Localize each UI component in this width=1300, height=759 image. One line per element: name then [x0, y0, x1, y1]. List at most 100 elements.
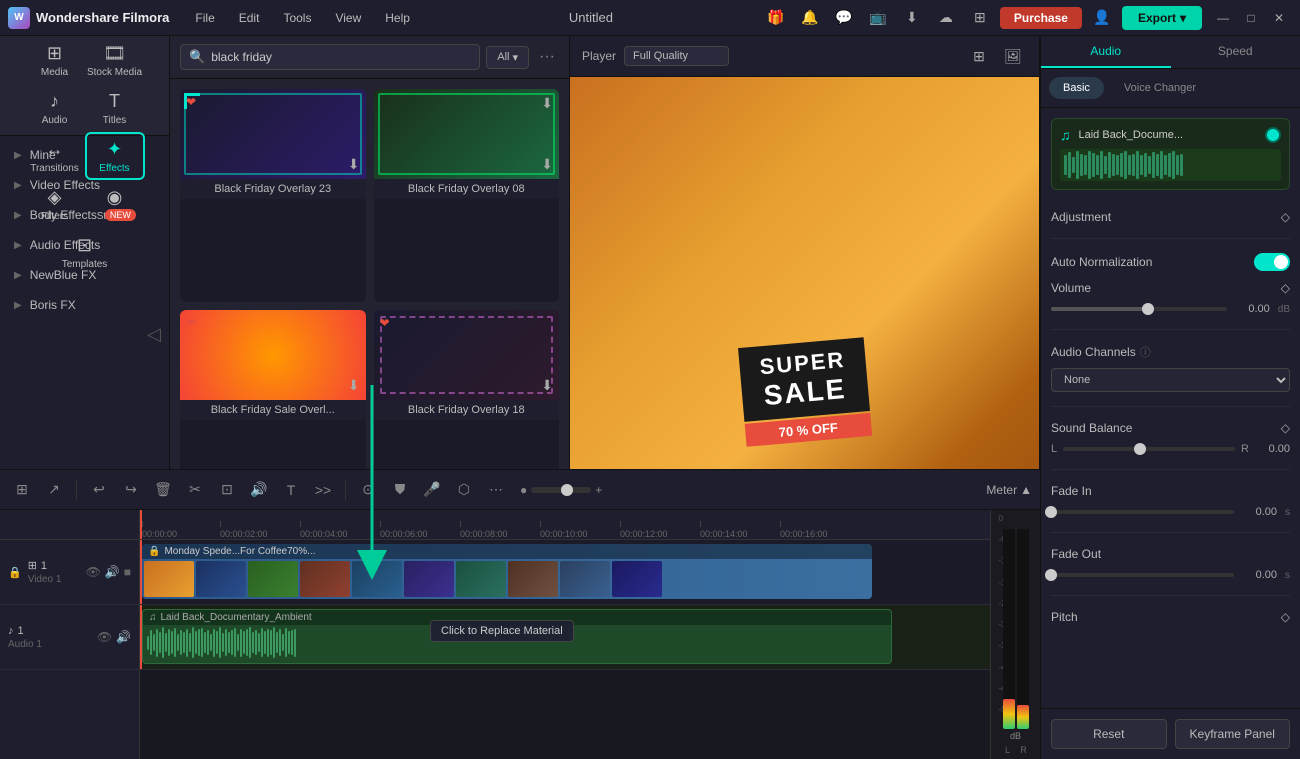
download-icon[interactable]: ⬇	[898, 4, 926, 32]
info-icon: ⓘ	[1140, 344, 1151, 360]
music-icon: ♫	[149, 612, 157, 623]
zoom-to-fit-icon[interactable]: ⊞	[8, 476, 36, 504]
adjustment-section: Adjustment ◇	[1051, 210, 1290, 224]
grid-view-icon[interactable]: ⊞	[965, 42, 993, 70]
monitor-icon[interactable]: 📺	[864, 4, 892, 32]
user-avatar[interactable]: 👤	[1088, 4, 1116, 32]
cut-icon[interactable]: ✂	[181, 476, 209, 504]
sale-banner: SUPER SALE 70 % OFF	[738, 337, 872, 447]
ripple-icon[interactable]: ⛊	[386, 476, 414, 504]
menu-tools[interactable]: Tools	[273, 7, 321, 29]
image-view-icon[interactable]: 🖼	[999, 42, 1027, 70]
audio-channels-select[interactable]: NoneMonoStereo	[1051, 368, 1290, 392]
volume-diamond-icon[interactable]: ◇	[1281, 281, 1290, 295]
markers-icon[interactable]: ⋯	[482, 476, 510, 504]
chevron-down-icon: ▾	[512, 51, 518, 64]
track-vol-icon[interactable]: 🔊	[116, 630, 131, 644]
redo-icon[interactable]: ↪	[117, 476, 145, 504]
sidebar-item-audio-effects[interactable]: ▶ Audio Effects	[0, 230, 169, 260]
right-footer: Reset Keyframe Panel	[1041, 708, 1300, 759]
track-controls: 👁 🔊	[97, 630, 131, 644]
filter-button[interactable]: All ▾	[486, 46, 529, 69]
pitch-diamond-icon[interactable]: ◇	[1281, 610, 1290, 624]
ruler-tick: 00:00:04:00	[300, 529, 348, 539]
tool-titles[interactable]: T Titles	[85, 84, 145, 132]
subtab-voice-changer[interactable]: Voice Changer	[1110, 77, 1210, 99]
balance-slider[interactable]	[1063, 447, 1235, 451]
more-options-button[interactable]: ···	[535, 48, 559, 66]
zoom-slider[interactable]	[531, 487, 591, 493]
sound-balance-diamond-icon[interactable]: ◇	[1281, 421, 1290, 435]
record-icon[interactable]: 🎤	[418, 476, 446, 504]
subtab-basic[interactable]: Basic	[1049, 77, 1104, 99]
audio-clip[interactable]: ♫ Laid Back_Documentary_Ambient	[142, 609, 892, 664]
chat-icon[interactable]: 💬	[830, 4, 858, 32]
fade-out-slider[interactable]	[1051, 573, 1234, 577]
board-icon[interactable]: ⬡	[450, 476, 478, 504]
tool-stock-media[interactable]: 🎞 Stock Media	[85, 36, 145, 84]
tool-audio[interactable]: ♪ Audio	[25, 84, 85, 132]
minimize-button[interactable]: —	[1210, 5, 1236, 31]
timeline-ruler[interactable]: 00:00:00 00:00:02:00 00:00:04:00 00:00:0…	[140, 510, 990, 540]
maximize-button[interactable]: □	[1238, 5, 1264, 31]
menu-view[interactable]: View	[325, 7, 371, 29]
track-color-icon[interactable]: ■	[124, 565, 131, 579]
meter-label[interactable]: Meter ▲	[986, 483, 1032, 497]
track-height-icon[interactable]: ⊙	[354, 476, 382, 504]
purchase-button[interactable]: Purchase	[1000, 7, 1082, 29]
quality-select[interactable]: Full Quality Half Quality Quarter Qualit…	[624, 46, 729, 66]
sidebar-collapse-btn[interactable]: ◁	[147, 324, 161, 345]
effect-card[interactable]: ⬇ ⬇ Black Friday Overlay 08	[374, 89, 560, 302]
playhead-audio	[140, 605, 142, 669]
search-input[interactable]	[211, 50, 471, 64]
auto-normalization-toggle[interactable]	[1254, 253, 1290, 271]
more-tools-icon[interactable]: >>	[309, 476, 337, 504]
adjustment-diamond-icon[interactable]: ◇	[1281, 210, 1290, 224]
sidebar-item-boris[interactable]: ▶ Boris FX	[0, 290, 169, 320]
zoom-thumb[interactable]	[561, 484, 573, 496]
delete-icon[interactable]: 🗑	[149, 476, 177, 504]
gift-icon[interactable]: 🎁	[762, 4, 790, 32]
video-clip[interactable]: 🔒 Monday Spede...For Coffee70%...	[142, 544, 872, 599]
split-audio-icon[interactable]: 🔊	[245, 476, 273, 504]
reset-button[interactable]: Reset	[1051, 719, 1167, 749]
track-eye-icon[interactable]: 👁	[86, 565, 101, 579]
crop-icon[interactable]: ⊡	[213, 476, 241, 504]
video-track: 🔒 Monday Spede...For Coffee70%...	[140, 540, 990, 605]
tab-audio[interactable]: Audio	[1041, 36, 1171, 68]
cloud-icon[interactable]: ☁	[932, 4, 960, 32]
menu-edit[interactable]: Edit	[229, 7, 270, 29]
keyframe-panel-button[interactable]: Keyframe Panel	[1175, 719, 1291, 749]
text-icon[interactable]: T	[277, 476, 305, 504]
undo-icon[interactable]: ↩	[85, 476, 113, 504]
magnet-icon[interactable]: ↗	[40, 476, 68, 504]
divider	[1051, 469, 1290, 470]
filmstrip-frame	[144, 561, 194, 597]
fade-in-slider[interactable]	[1051, 510, 1234, 514]
divider	[1051, 238, 1290, 239]
playhead[interactable]	[140, 510, 142, 539]
sidebar-item-mine[interactable]: ▶ Mine	[0, 140, 169, 170]
track-toggle[interactable]	[1265, 127, 1281, 143]
fade-in-value: 0.00	[1242, 506, 1277, 518]
window-controls: — □ ✕	[1210, 5, 1292, 31]
auto-normalization-row: Auto Normalization	[1051, 253, 1290, 271]
ruler-tick: 00:00:08:00	[460, 529, 508, 539]
volume-slider[interactable]	[1051, 307, 1227, 311]
track-audio-icon[interactable]: 🔊	[105, 565, 120, 579]
bell-icon[interactable]: 🔔	[796, 4, 824, 32]
tool-media[interactable]: ⊞ Media	[25, 36, 85, 84]
close-button[interactable]: ✕	[1266, 5, 1292, 31]
export-button[interactable]: Export ▾	[1122, 6, 1202, 30]
effect-card[interactable]: ❤ ⬇ Black Friday Overlay 23	[180, 89, 366, 302]
track-number: 1	[18, 625, 24, 637]
menu-help[interactable]: Help	[375, 7, 420, 29]
tab-speed[interactable]: Speed	[1171, 36, 1300, 68]
sidebar-item-body-effects[interactable]: ▶ Body Effects NEW	[0, 200, 169, 230]
menu-file[interactable]: File	[185, 7, 224, 29]
grid-icon[interactable]: ⊞	[966, 4, 994, 32]
sidebar-item-video-effects[interactable]: ▶ Video Effects	[0, 170, 169, 200]
track-eye-icon[interactable]: 👁	[97, 630, 112, 644]
tool-media-label: Media	[41, 67, 68, 78]
sidebar-item-newblue[interactable]: ▶ NewBlue FX	[0, 260, 169, 290]
